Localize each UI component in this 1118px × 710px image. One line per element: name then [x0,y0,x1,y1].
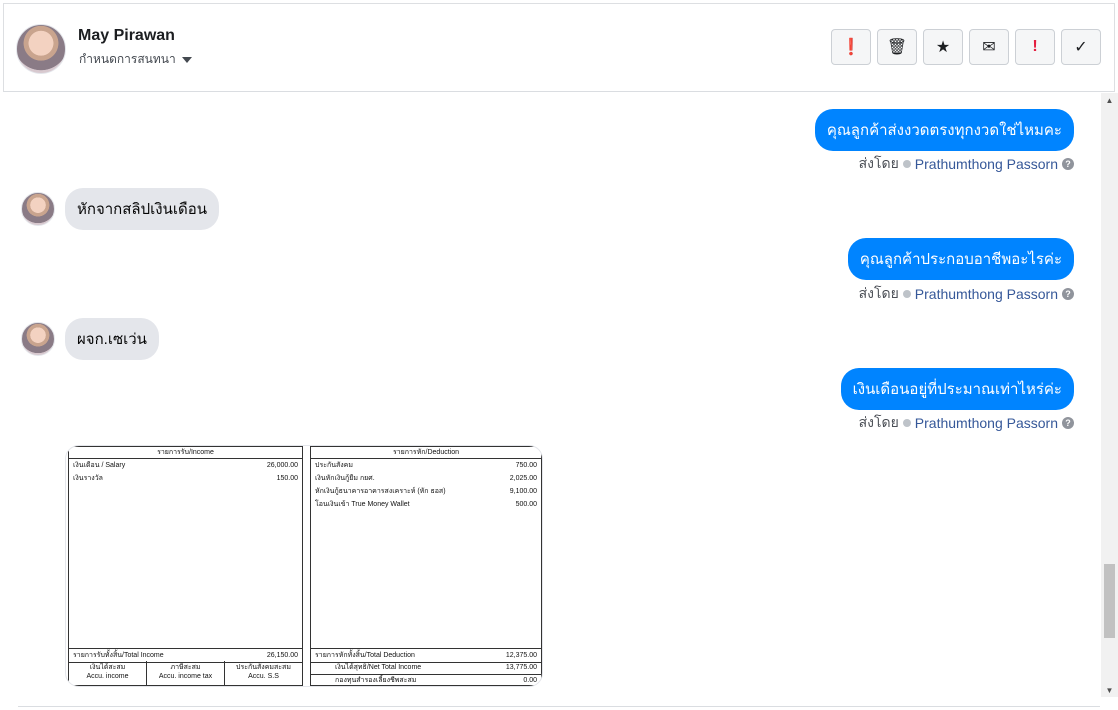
net-total-value: 13,775.00 [505,664,537,671]
payslip-line-label: โอนเงินเข้า True Money Wallet [315,501,410,508]
payslip-line: โอนเงินเข้า True Money Wallet 500.00 [311,498,541,511]
sent-by-label: ส่งโดย [858,285,899,301]
message-row-in: หักจากสลิปเงินเดือน [21,188,219,230]
sent-by-label: ส่งโดย [858,414,899,430]
thread-scrollbar[interactable]: ▲ ▼ [1101,93,1118,697]
sent-by-info: ส่งโดย Prathumthong Passorn ? [859,153,1074,175]
payslip-image[interactable]: รายการรับ/Income เงินเดือน / Salary 26,00… [65,445,543,687]
contact-avatar-small [21,322,55,356]
assign-conversation-dropdown[interactable]: กำหนดการสนทนา [79,50,192,69]
accumulated-label-th: ภาษีสะสม [170,664,201,671]
help-icon[interactable]: ? [1062,417,1074,429]
agent-dot-icon [902,290,911,298]
payslip-line-label: เงินเดือน / Salary [73,462,126,469]
agent-dot-icon [902,419,911,427]
exclamation-icon: ! [1032,38,1038,55]
fund-value: 0.00 [523,677,537,684]
accumulated-label-en: Accu. income [86,673,129,680]
message-thread[interactable]: คุณลูกค้าส่งงวดตรงทุกงวดใช่ไหมคะ ส่งโดย … [3,93,1101,697]
accumulated-grid: เงินได้สะสม Accu. income ภาษีสะสม Accu. inc… [69,661,302,685]
accumulated-cell: ภาษีสะสม Accu. income tax [147,661,225,685]
payslip-line: ประกันสังคม 750.00 [311,459,541,472]
scroll-down-arrow-icon[interactable]: ▼ [1101,683,1118,697]
trash-icon: 🗑 [886,39,908,56]
payslip-line-label: หักเงินกู้ธนาคารอาคารสงเคราะห์ (หัก ธอส) [315,488,446,495]
contact-name[interactable]: May Pirawan [78,27,175,45]
accumulated-label-en: Accu. S.S [248,673,279,680]
accumulated-label-th: ประกันสังคมสะสม [236,664,291,671]
assign-label: กำหนดการสนทนา [79,52,176,66]
payslip-line-amount: 26,000.00 [266,462,298,469]
accumulated-cell: ประกันสังคมสะสม Accu. S.S [225,661,302,685]
agent-name-link[interactable]: Prathumthong Passorn [915,286,1058,302]
accumulated-cell: เงินได้สะสม Accu. income [69,661,147,685]
conversation-header: May Pirawan กำหนดการสนทนา ❗ 🗑 ★ ✉! ✓ [3,3,1115,92]
payslip-line-label: ประกันสังคม [315,462,353,469]
payslip-line-amount: 150.00 [276,475,298,482]
envelope-icon: ✉ [982,39,996,56]
payslip-line-label: เงินรางวัล [73,475,103,482]
agent-name-link[interactable]: Prathumthong Passorn [915,415,1058,431]
payslip-line-amount: 9,100.00 [509,488,537,495]
payslip-line: เงินรางวัล 150.00 [69,472,302,485]
accumulated-label-th: เงินได้สะสม [89,664,126,671]
agent-name-link[interactable]: Prathumthong Passorn [915,156,1058,172]
done-button[interactable]: ✓ [1061,29,1101,65]
fund-row: กองทุนสำรองเลี้ยงชีพสะสม 0.00 [311,674,541,686]
help-icon[interactable]: ? [1062,158,1074,170]
help-icon[interactable]: ? [1062,288,1074,300]
deduction-panel: รายการหัก/Deduction ประกันสังคม 750.00 เงิ… [310,446,542,686]
net-total-row: เงินได้สุทธิ/Net Total Income 13,775.00 [311,661,541,675]
exclamation-circle-icon: ❗ [841,39,861,56]
payslip-line-amount: 500.00 [515,501,537,508]
payslip-line-label: เงินหักเงินกู้ยืม กยศ. [315,475,375,482]
star-icon: ★ [935,39,951,56]
spam-button[interactable]: ! [1015,29,1055,65]
message-bubble-out[interactable]: คุณลูกค้าประกอบอาชีพอะไรค่ะ [847,238,1074,280]
alert-button[interactable]: ❗ [831,29,871,65]
payslip-line: หักเงินกู้ธนาคารอาคารสงเคราะห์ (หัก ธอส)… [311,485,541,498]
payslip-line: เงินเดือน / Salary 26,000.00 [69,459,302,472]
agent-dot-icon [902,160,911,168]
header-actions: ❗ 🗑 ★ ✉! ✓ [831,29,1101,65]
star-button[interactable]: ★ [923,29,963,65]
message-bubble-out[interactable]: เงินเดือนอยู่ที่ประมาณเท่าไหร่ค่ะ [840,368,1074,410]
scroll-thumb[interactable] [1104,564,1115,638]
check-icon: ✓ [1074,39,1088,56]
caret-down-icon [181,57,192,63]
income-panel: รายการรับ/Income เงินเดือน / Salary 26,00… [68,446,303,686]
contact-avatar[interactable] [16,24,66,74]
message-bubble-in[interactable]: ผจก.เซเว่น [65,318,159,360]
contact-avatar-small [21,192,55,226]
message-bubble-out[interactable]: คุณลูกค้าส่งงวดตรงทุกงวดใช่ไหมคะ [814,109,1074,151]
delete-button[interactable]: 🗑 [877,29,917,65]
net-total-label: เงินได้สุทธิ/Net Total Income [335,664,422,671]
sent-by-info: ส่งโดย Prathumthong Passorn ? [859,283,1074,305]
sent-by-label: ส่งโดย [858,155,899,171]
scroll-up-arrow-icon[interactable]: ▲ [1101,93,1118,107]
mark-unread-button[interactable]: ✉ [969,29,1009,65]
fund-label: กองทุนสำรองเลี้ยงชีพสะสม [335,677,417,684]
payslip-line: เงินหักเงินกู้ยืม กยศ. 2,025.00 [311,472,541,485]
payslip-line-amount: 2,025.00 [509,475,537,482]
accumulated-label-en: Accu. income tax [158,673,213,680]
income-header: รายการรับ/Income [69,447,302,459]
message-row-in: ผจก.เซเว่น [21,318,159,360]
deduction-header: รายการหัก/Deduction [311,447,541,459]
message-bubble-in[interactable]: หักจากสลิปเงินเดือน [65,188,219,230]
sent-by-info: ส่งโดย Prathumthong Passorn ? [859,412,1074,434]
composer-divider [18,706,1100,707]
payslip-line-amount: 750.00 [515,462,537,469]
